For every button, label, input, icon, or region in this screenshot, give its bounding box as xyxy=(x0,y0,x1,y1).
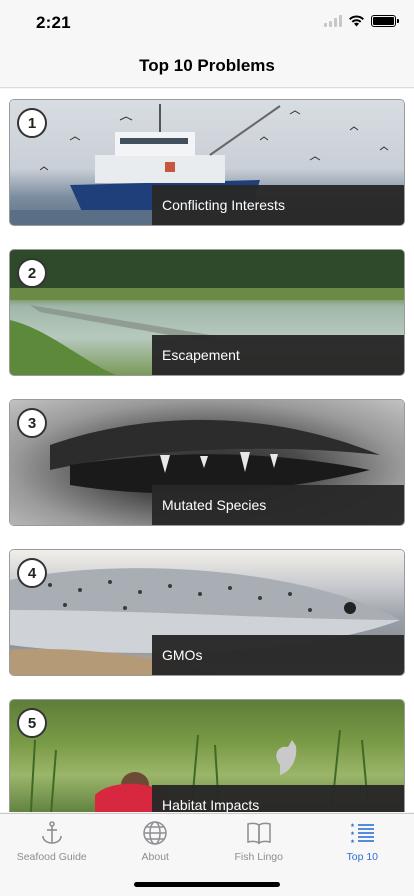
rank-badge: 1 xyxy=(17,108,47,138)
rank-badge: 4 xyxy=(17,558,47,588)
page-title: Top 10 Problems xyxy=(139,55,275,75)
tab-label: Seafood Guide xyxy=(16,851,87,863)
status-bar: 2:21 xyxy=(0,0,414,44)
nav-bar: Top 10 Problems xyxy=(0,44,414,88)
rank-badge: 2 xyxy=(17,258,47,288)
signal-icon xyxy=(324,15,342,27)
tab-label: Fish Lingo xyxy=(234,851,283,863)
problem-title: Escapement xyxy=(152,335,404,375)
status-icons xyxy=(324,15,399,27)
tab-label: Top 10 xyxy=(346,851,379,863)
book-icon xyxy=(247,822,271,845)
tab-seafood-guide[interactable]: Seafood Guide xyxy=(0,814,104,896)
tab-top-10[interactable]: Top 10 xyxy=(311,814,414,896)
problems-list[interactable]: 1 Conflicting Interests 2 Escapement 3 M… xyxy=(0,89,414,812)
rank-badge: 5 xyxy=(17,708,47,738)
problem-title: GMOs xyxy=(152,635,404,675)
anchor-icon xyxy=(41,821,62,844)
problem-title: Conflicting Interests xyxy=(152,185,404,225)
problem-title: Habitat Impacts xyxy=(152,785,404,812)
problem-card[interactable]: 1 Conflicting Interests xyxy=(9,99,405,226)
tab-label: About xyxy=(141,851,169,863)
problem-card[interactable]: 4 GMOs xyxy=(9,549,405,676)
problem-card[interactable]: 2 Escapement xyxy=(9,249,405,376)
tab-bar: Seafood Guide About Fish Lingo Top 10 xyxy=(0,813,414,896)
problem-card[interactable]: 3 Mutated Species xyxy=(9,399,405,526)
problem-title: Mutated Species xyxy=(152,485,404,525)
list-icon xyxy=(350,823,375,844)
wifi-icon xyxy=(349,15,364,27)
battery-icon xyxy=(371,15,399,27)
rank-badge: 3 xyxy=(17,408,47,438)
globe-icon xyxy=(143,821,167,845)
problem-card[interactable]: 5 Habitat Impacts xyxy=(9,699,405,812)
status-time: 2:21 xyxy=(36,13,71,32)
home-indicator[interactable] xyxy=(134,882,280,887)
